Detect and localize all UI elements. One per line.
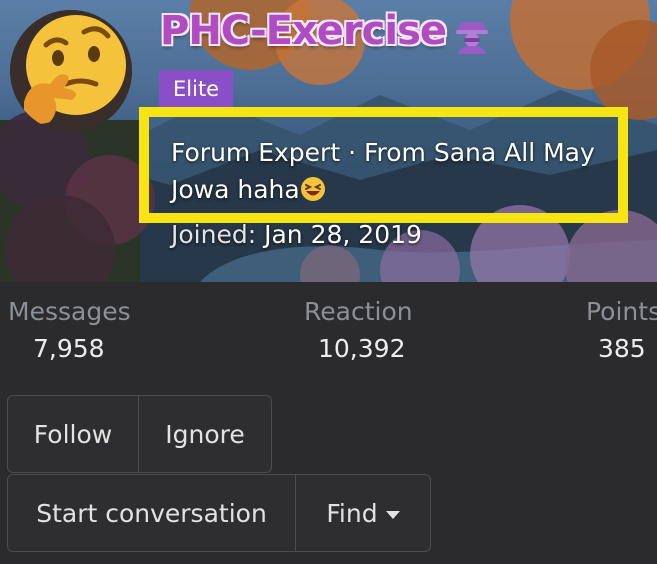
joined-info: Joined: Jan 28, 2019 [171,220,422,249]
thinking-face-emoji-icon [10,10,132,132]
messages-value[interactable]: 7,958 [33,334,105,363]
ignore-button[interactable]: Ignore [138,395,272,473]
user-title-text: Forum Expert · From Sana All May Jowa ha… [171,138,595,204]
points-label[interactable]: Points [586,297,657,326]
start-conversation-button[interactable]: Start conversation [7,474,296,552]
find-label: Find [326,498,378,528]
find-menu-button[interactable]: Find [295,474,431,552]
username[interactable]: PHC-Exercise [160,8,447,54]
joined-label: Joined: [171,220,257,249]
joined-date: Jan 28, 2019 [264,220,422,249]
detective-icon [456,22,488,54]
messages-label[interactable]: Messages [8,297,131,326]
reaction-value[interactable]: 10,392 [318,334,405,363]
caret-down-icon [385,511,400,519]
user-rank-badge: Elite [159,70,234,108]
reaction-label[interactable]: Reaction [304,297,413,326]
avatar[interactable] [10,10,132,132]
laughing-emoji-icon [300,177,325,201]
follow-button[interactable]: Follow [7,395,139,473]
profile-banner: PHC-Exercise Elite Forum Expert · From S… [0,0,657,282]
user-title: Forum Expert · From Sana All May Jowa ha… [171,134,616,208]
points-value[interactable]: 385 [598,334,646,363]
